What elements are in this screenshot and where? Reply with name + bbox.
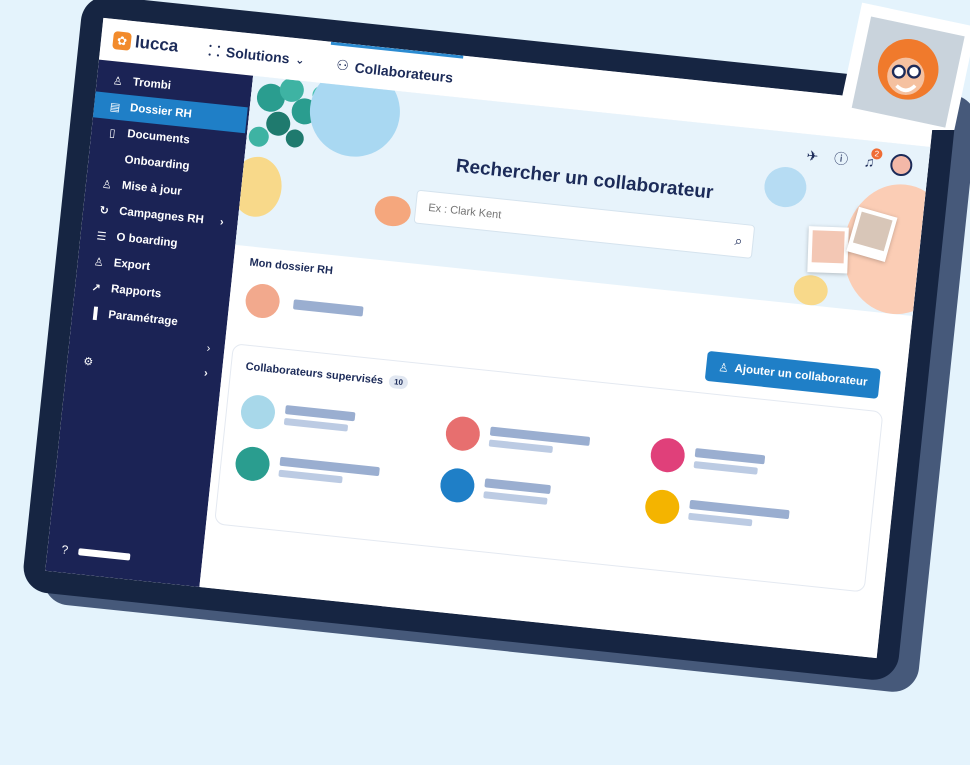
sidebar-item-label: Campagnes RH xyxy=(118,205,205,227)
chart-icon: ▐ xyxy=(88,307,98,320)
sidebar-footer[interactable]: ? xyxy=(61,542,131,563)
supervised-label: Collaborateurs supervisés xyxy=(245,360,384,387)
solutions-menu[interactable]: ⸬ Solutions ⌄ xyxy=(208,41,306,70)
list-item[interactable] xyxy=(438,466,552,512)
chevron-right-icon: › xyxy=(203,367,209,380)
add-collaborator-label: Ajouter un collaborateur xyxy=(733,362,869,389)
list-item[interactable] xyxy=(649,436,766,483)
role-placeholder xyxy=(283,417,349,432)
add-collaborator-button[interactable]: ♙ Ajouter un collaborateur xyxy=(704,350,881,399)
role-placeholder xyxy=(483,491,548,505)
lucca-logo[interactable]: ✿ lucca xyxy=(112,30,194,58)
document-icon: ▯ xyxy=(108,126,117,140)
sidebar-item-label: Export xyxy=(113,257,151,274)
sidebar-item-label: Onboarding xyxy=(123,153,191,173)
role-placeholder xyxy=(488,439,554,454)
sidebar-item-label: Dossier RH xyxy=(129,102,193,121)
person-add-icon: ♙ xyxy=(717,362,730,376)
sidebar-item-label: Paramétrage xyxy=(107,309,179,329)
info-icon[interactable]: ⓘ xyxy=(833,148,849,169)
lucca-logo-icon: ✿ xyxy=(112,31,132,51)
sidebar-item-label: Trombi xyxy=(132,76,172,93)
grid-icon: ⸬ xyxy=(207,41,221,59)
sidebar-item-label: O boarding xyxy=(115,231,179,250)
supervised-title: Collaborateurs supervisés 10 xyxy=(245,360,409,390)
id-card-icon: ▤ xyxy=(109,100,121,114)
person-add-icon: ♙ xyxy=(101,178,113,192)
solutions-label: Solutions xyxy=(225,43,291,67)
chevron-down-icon: ⌄ xyxy=(294,53,306,67)
yellow-blob-right xyxy=(792,273,830,307)
tablet-frame: ✿ lucca ⸬ Solutions ⌄ ⚇ Collaborateurs ♙… xyxy=(21,0,959,683)
avatar xyxy=(649,436,687,474)
tab-collaborateurs-label: Collaborateurs xyxy=(353,58,454,86)
search-input[interactable] xyxy=(425,200,710,245)
refresh-icon: ↻ xyxy=(99,204,110,217)
avatar xyxy=(438,466,477,505)
avatar xyxy=(233,445,272,483)
list-item[interactable] xyxy=(643,488,791,537)
my-avatar xyxy=(243,282,282,320)
sidebar-item-label: Rapports xyxy=(110,283,162,301)
sidebar-item-label: Mise à jour xyxy=(121,179,183,198)
person-export-icon: ♙ xyxy=(93,255,105,269)
app-screen: ✿ lucca ⸬ Solutions ⌄ ⚇ Collaborateurs ♙… xyxy=(45,17,935,659)
notification-bell[interactable]: ♫ 2 xyxy=(863,147,883,170)
gear-icon: ⚙ xyxy=(82,355,94,369)
chevron-right-icon: › xyxy=(206,342,211,355)
main-content: ✈ ⓘ ♫ 2 Rechercher un collaborateur ⌕ xyxy=(199,75,931,659)
sidebar-item-label: Documents xyxy=(126,128,191,147)
avatar xyxy=(444,415,482,453)
help-icon: ? xyxy=(60,542,69,558)
role-placeholder xyxy=(278,469,343,484)
search-icon[interactable]: ⌕ xyxy=(734,232,743,250)
rocket-icon[interactable]: ✈ xyxy=(806,147,819,165)
polaroid-photo-1 xyxy=(807,226,849,274)
role-placeholder xyxy=(688,512,753,527)
notification-badge: 2 xyxy=(870,147,883,160)
my-file-row[interactable] xyxy=(243,282,365,328)
list-item[interactable] xyxy=(239,393,356,439)
supervised-count-badge: 10 xyxy=(388,374,409,390)
external-link-icon: ↗ xyxy=(90,281,102,295)
role-placeholder xyxy=(693,461,758,475)
header-actions: ✈ ⓘ ♫ 2 xyxy=(805,144,914,178)
user-name-placeholder xyxy=(77,547,131,561)
avatar xyxy=(643,488,681,526)
avatar xyxy=(239,393,277,431)
user-avatar[interactable] xyxy=(889,152,914,178)
logo-text: lucca xyxy=(134,32,180,56)
chevron-right-icon: › xyxy=(219,216,225,229)
people-icon: ⚇ xyxy=(335,56,350,74)
list-icon: ☰ xyxy=(95,229,108,243)
peach-blob xyxy=(373,194,413,228)
my-file-label: Mon dossier RH xyxy=(248,256,334,278)
character-illustration xyxy=(835,2,970,130)
person-icon: ♙ xyxy=(112,74,124,88)
list-item[interactable] xyxy=(233,445,381,494)
list-item[interactable] xyxy=(444,415,591,464)
my-name-placeholder xyxy=(292,299,364,317)
